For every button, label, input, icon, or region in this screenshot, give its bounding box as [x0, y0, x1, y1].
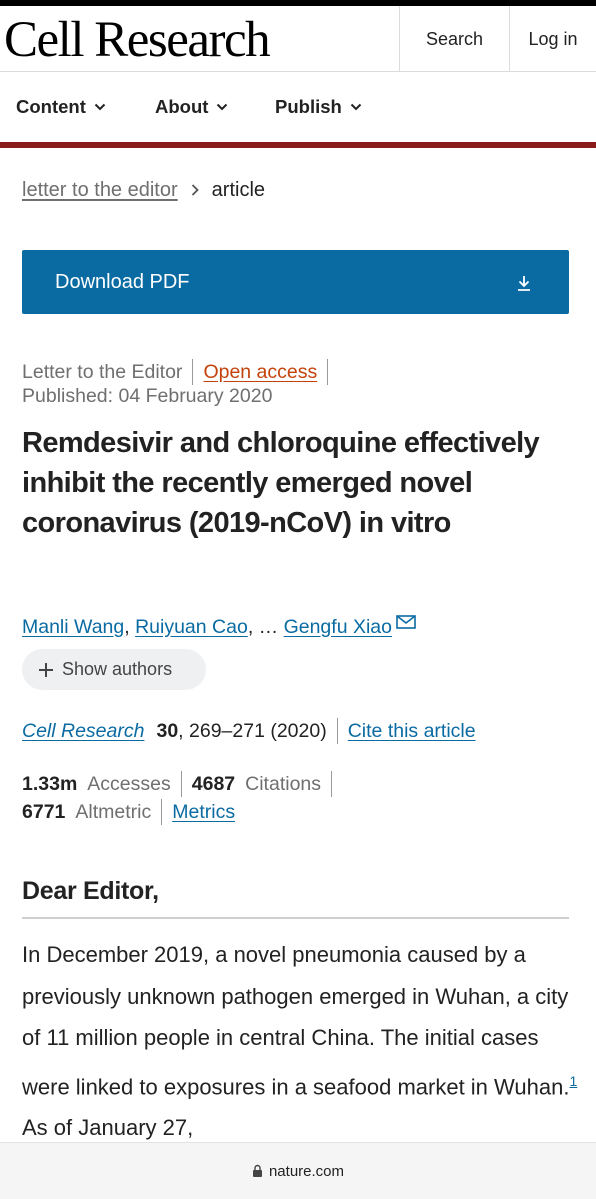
accesses-count: 1.33m [22, 772, 78, 795]
divider [336, 718, 338, 744]
metrics-row: 1.33m Accesses 4687 Citations [22, 770, 342, 798]
published-date: Published: 04 February 2020 [22, 385, 273, 407]
metrics-link[interactable]: Metrics [172, 801, 235, 824]
nav-item-label: About [155, 96, 209, 117]
site-header: Cell Research Search Log in [0, 6, 596, 72]
citations-count: 4687 [191, 772, 236, 795]
nav-item-label: Publish [275, 96, 342, 117]
metrics-row: 6771 Altmetric Metrics [22, 798, 235, 826]
chevron-down-icon [217, 103, 228, 111]
nav-item-label: Content [16, 96, 86, 117]
pages-year: , 269–271 (2020) [178, 719, 327, 742]
open-access-link[interactable]: Open access [203, 361, 317, 384]
divider [180, 771, 182, 797]
chevron-down-icon [94, 103, 106, 111]
divider [331, 771, 333, 797]
divider [192, 359, 194, 385]
brand-divider [0, 142, 596, 148]
author-ellipsis: , … [247, 615, 284, 638]
article-type-row: Letter to the Editor Open access [22, 358, 338, 386]
article-title: Remdesivir and chloroquine effectively i… [22, 427, 540, 539]
nav-item-publish[interactable]: Publish [275, 72, 362, 142]
article-type: Letter to the Editor [22, 360, 183, 383]
altmetric-score: 6771 [22, 800, 66, 823]
download-pdf-label: Download PDF [55, 270, 190, 293]
breadcrumb-parent-link[interactable]: letter to the editor [22, 179, 178, 202]
author-separator: , [124, 615, 136, 638]
nav-item-about[interactable]: About [155, 72, 228, 142]
divider [327, 359, 329, 385]
domain-label: nature.com [268, 1162, 345, 1180]
chevron-down-icon [350, 103, 362, 111]
mail-icon[interactable] [396, 614, 416, 630]
lock-icon [252, 1164, 262, 1177]
author-list: Manli Wang , Ruiyuan Cao , … Gengfu Xiao [22, 613, 416, 641]
browser-address-bar[interactable]: nature.com [0, 1142, 596, 1199]
divider [161, 799, 163, 825]
journal-link[interactable]: Cell Research [22, 720, 144, 743]
search-button[interactable]: Search [399, 6, 509, 72]
plus-icon [39, 662, 53, 677]
accesses-label: Accesses [87, 772, 171, 795]
breadcrumb-current: article [211, 178, 266, 201]
corresponding-author-link[interactable]: Gengfu Xiao [284, 616, 392, 639]
salutation-heading: Dear Editor, [22, 877, 159, 905]
author-link[interactable]: Manli Wang [22, 616, 124, 639]
section-divider [22, 917, 569, 919]
volume: 30 [156, 719, 179, 742]
nav-item-content[interactable]: Content [16, 72, 106, 142]
altmetric-label: Altmetric [75, 800, 152, 823]
download-pdf-button[interactable]: Download PDF [22, 250, 569, 314]
chevron-right-icon [191, 184, 199, 196]
body-paragraph: In December 2019, a novel pneumonia caus… [22, 934, 582, 1149]
journal-logo[interactable]: Cell Research [4, 10, 271, 70]
author-link[interactable]: Ruiyuan Cao [135, 616, 248, 639]
login-button[interactable]: Log in [509, 6, 596, 72]
main-nav: Content About Publish [0, 72, 596, 142]
cite-this-article-link[interactable]: Cite this article [348, 720, 476, 743]
show-authors-label: Show authors [62, 659, 173, 679]
citation-row: Cell Research 30 , 269–271 (2020) Cite t… [22, 717, 476, 745]
breadcrumb: letter to the editor article [22, 176, 265, 204]
show-authors-button[interactable]: Show authors [22, 649, 206, 690]
download-icon [518, 276, 530, 291]
paragraph-text: In December 2019, a novel pneumonia caus… [22, 942, 570, 1099]
citations-label: Citations [245, 772, 322, 795]
